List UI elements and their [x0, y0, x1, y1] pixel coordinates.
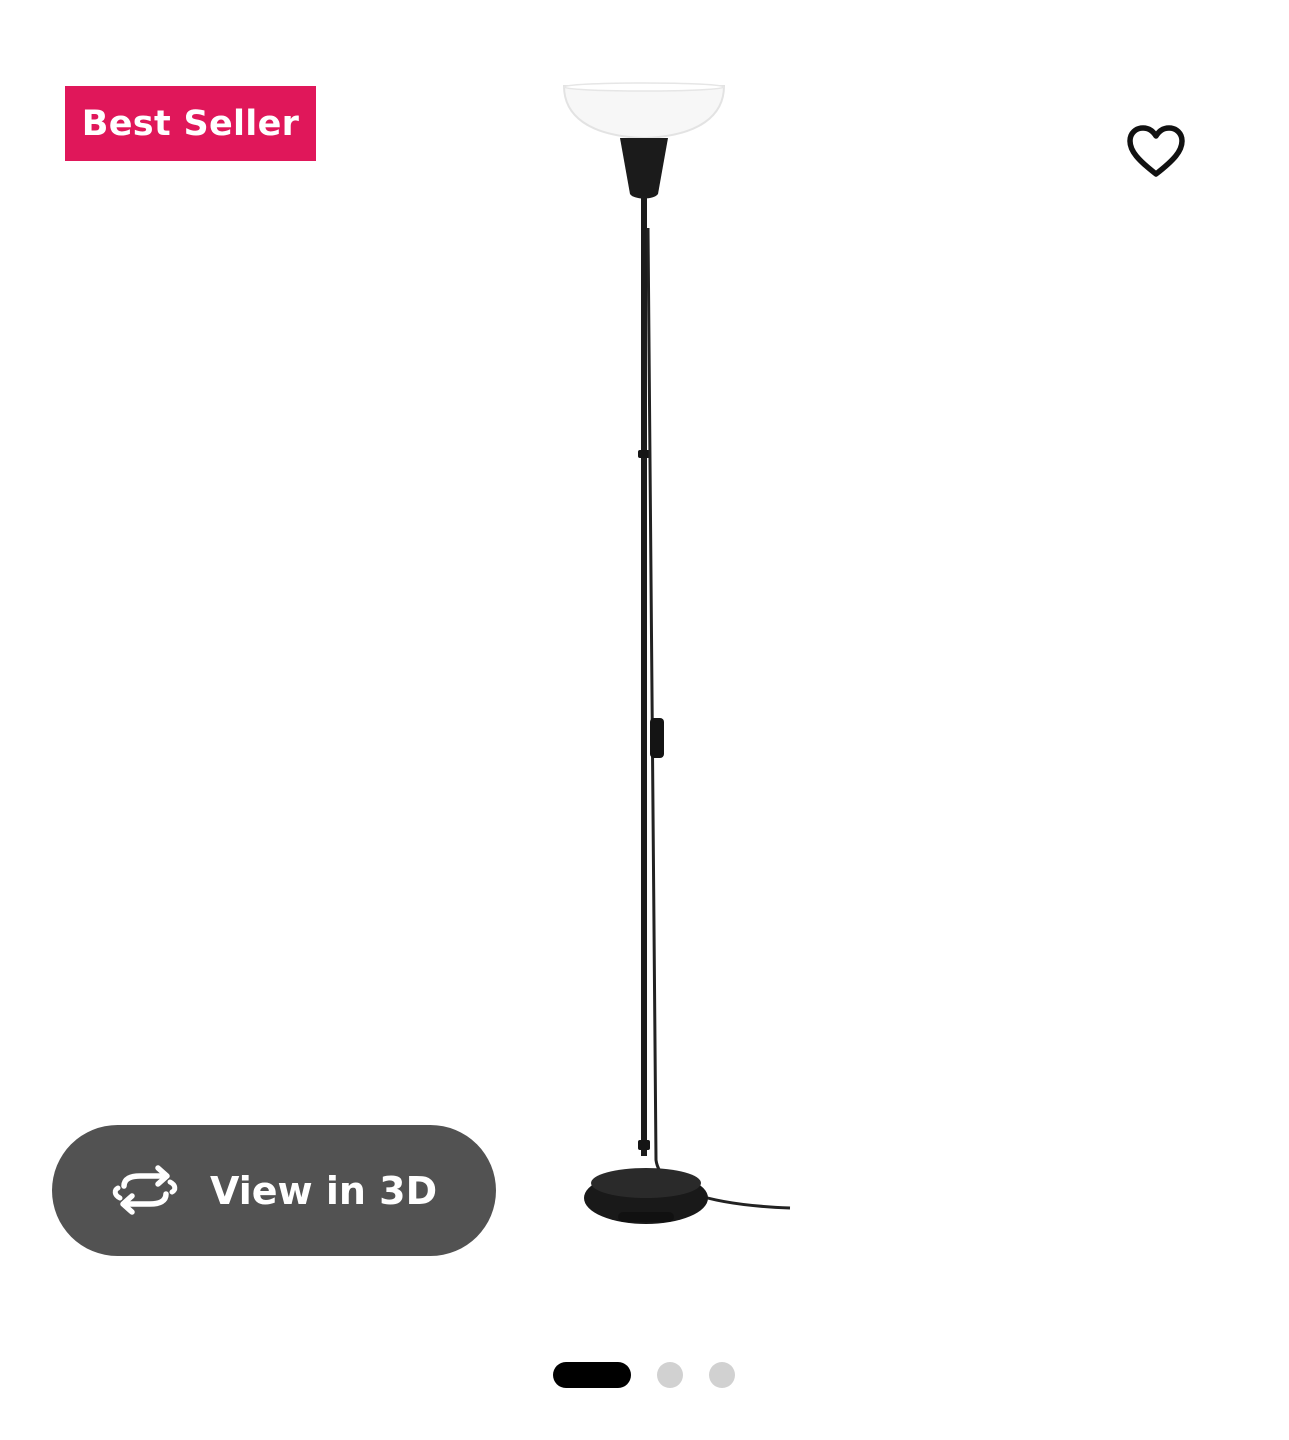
carousel-dot-3[interactable]	[709, 1362, 735, 1388]
product-image	[520, 70, 820, 1270]
view-in-3d-label: View in 3D	[210, 1168, 438, 1213]
carousel-dot-2[interactable]	[657, 1362, 683, 1388]
favorite-button[interactable]	[1120, 116, 1192, 188]
heart-outline-icon	[1127, 125, 1185, 177]
carousel-pagination	[553, 1362, 735, 1388]
view-in-3d-button[interactable]: View in 3D	[52, 1125, 496, 1256]
product-gallery: Best Seller View in 3D	[0, 0, 1289, 1440]
rotate-arrows-icon	[112, 1165, 178, 1215]
best-seller-badge: Best Seller	[65, 86, 316, 161]
floor-lamp-image	[562, 82, 791, 1224]
carousel-dot-1[interactable]	[553, 1362, 631, 1388]
